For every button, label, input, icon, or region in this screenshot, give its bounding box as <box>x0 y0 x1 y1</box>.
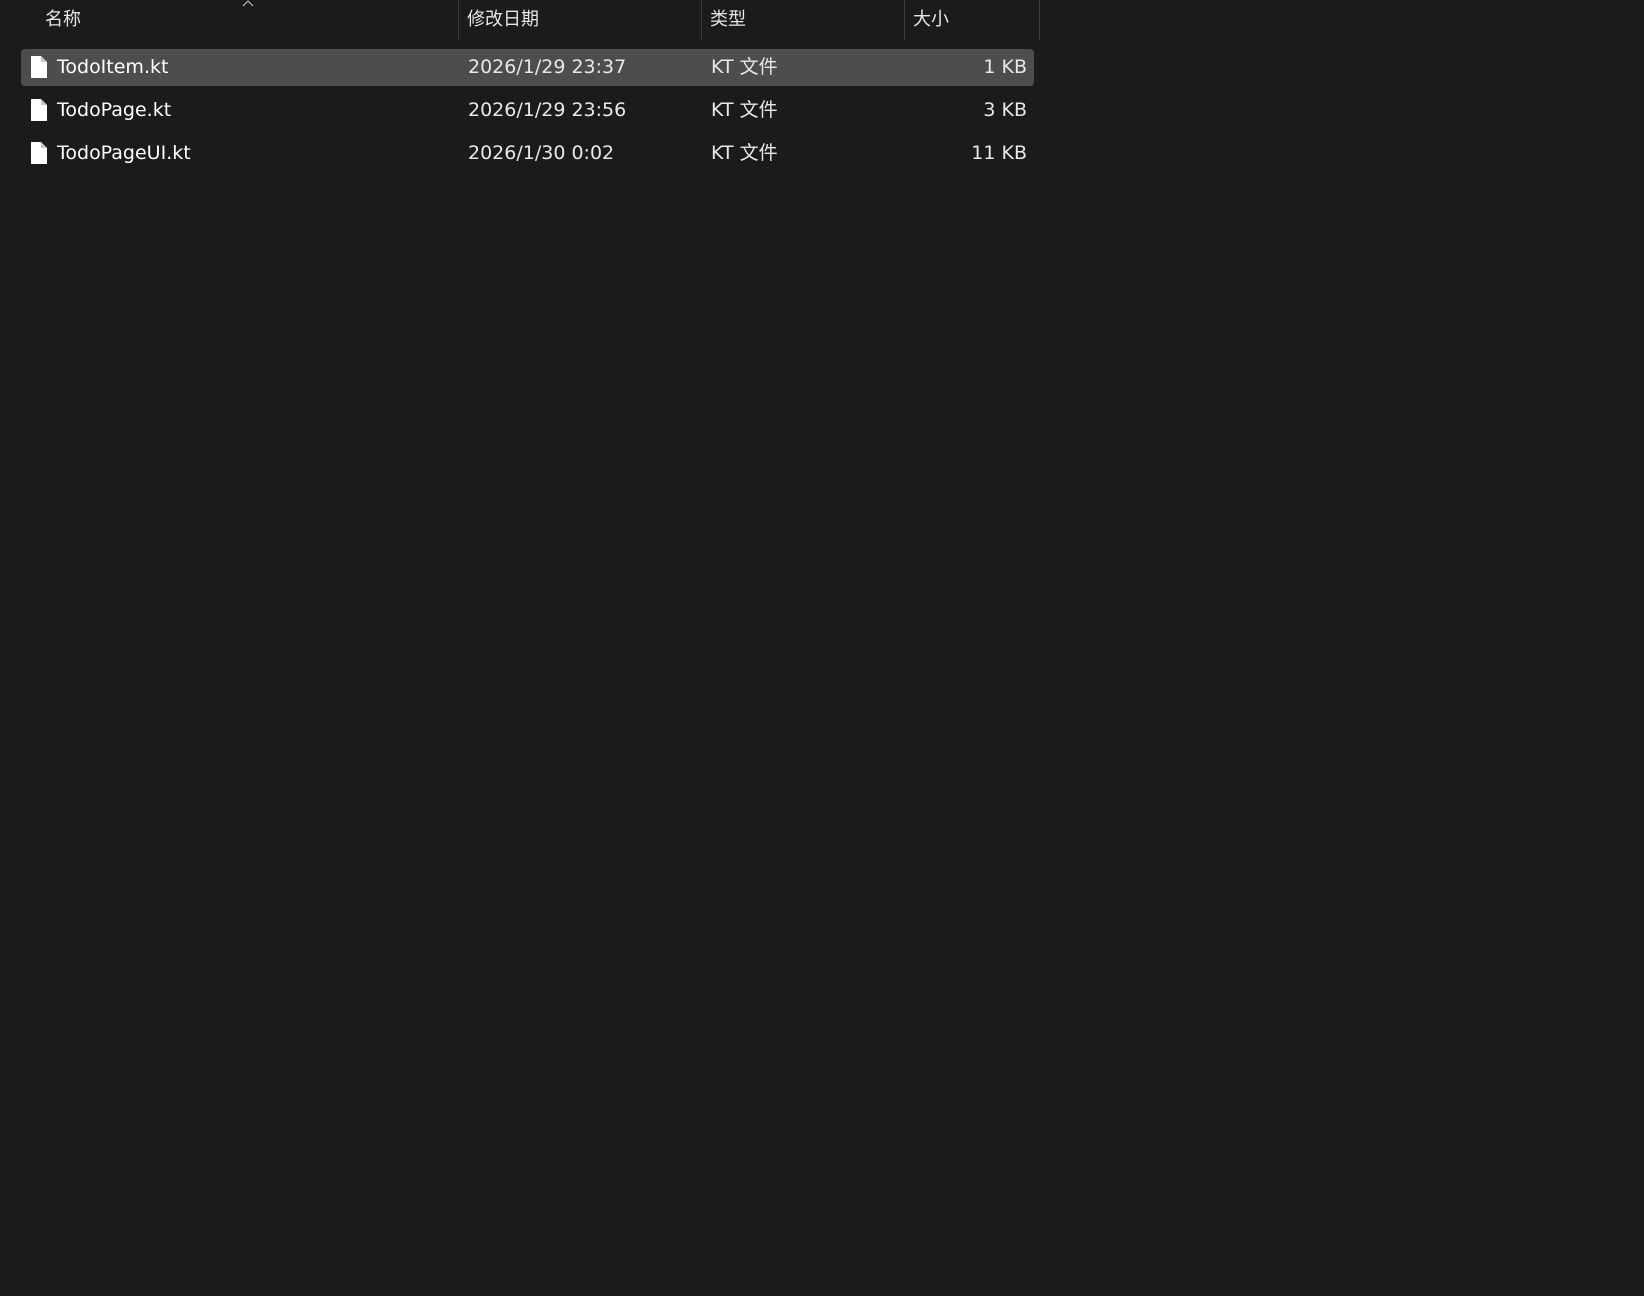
file-icon <box>30 142 47 164</box>
file-type: KT 文件 <box>711 99 778 121</box>
file-icon <box>30 99 47 121</box>
file-name: TodoPage.kt <box>57 99 172 121</box>
file-size: 3 KB <box>983 99 1027 121</box>
column-header-size[interactable]: 大小 <box>904 0 1040 40</box>
chevron-up-icon <box>242 0 254 9</box>
file-size: 11 KB <box>971 142 1027 164</box>
file-name: TodoItem.kt <box>57 56 169 78</box>
file-list-view: 名称 修改日期 类型 大小 TodoItem.kt 2026/1/29 23:3… <box>0 0 1040 1296</box>
column-header-date[interactable]: 修改日期 <box>458 0 701 40</box>
file-row[interactable]: TodoItem.kt 2026/1/29 23:37 KT 文件 1 KB <box>21 49 1034 86</box>
file-row[interactable]: TodoPage.kt 2026/1/29 23:56 KT 文件 3 KB <box>21 92 1034 129</box>
file-icon <box>30 56 47 78</box>
file-modified-date: 2026/1/29 23:56 <box>468 99 627 121</box>
file-row[interactable]: TodoPageUI.kt 2026/1/30 0:02 KT 文件 11 KB <box>21 135 1034 172</box>
file-type: KT 文件 <box>711 56 778 78</box>
file-type: KT 文件 <box>711 142 778 164</box>
file-size: 1 KB <box>983 56 1027 78</box>
file-rows: TodoItem.kt 2026/1/29 23:37 KT 文件 1 KB T… <box>21 49 1034 178</box>
column-header-type[interactable]: 类型 <box>701 0 904 40</box>
file-modified-date: 2026/1/30 0:02 <box>468 142 615 164</box>
file-name: TodoPageUI.kt <box>57 142 191 164</box>
column-divider[interactable] <box>1039 0 1040 40</box>
file-modified-date: 2026/1/29 23:37 <box>468 56 627 78</box>
column-header-bar: 名称 修改日期 类型 大小 <box>0 0 1040 40</box>
